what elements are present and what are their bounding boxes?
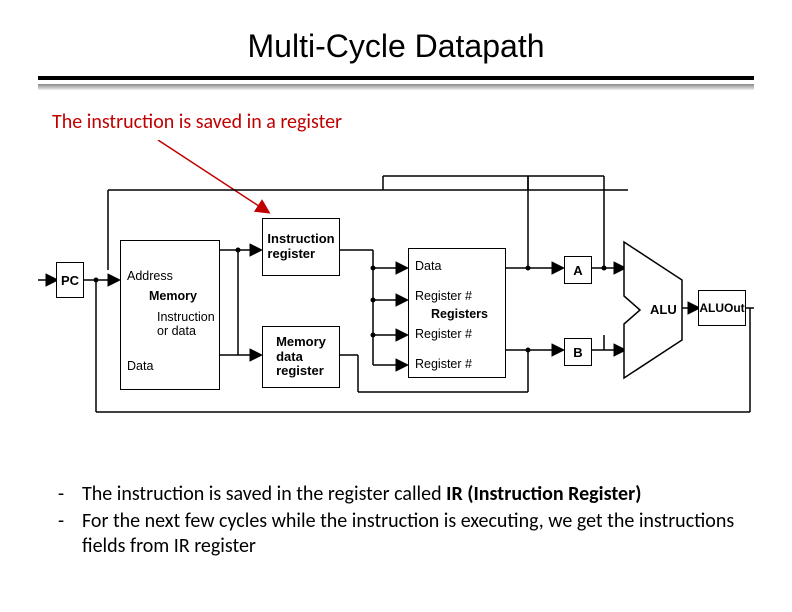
mdr-label: Memory data register xyxy=(276,335,326,380)
aluout-label: ALUOut xyxy=(699,301,744,315)
bullet-2-text-a: For the next few cycles while the instru… xyxy=(82,509,734,558)
instruction-register-block: Instruction register xyxy=(262,218,340,276)
alu-label: ALU xyxy=(650,302,677,317)
pc-block: PC xyxy=(56,262,84,298)
reg-port-data: Data xyxy=(415,259,441,273)
a-latch: A xyxy=(564,256,592,284)
reg-name: Registers xyxy=(431,307,488,321)
reg-port-2: Register # xyxy=(415,327,472,341)
reg-port-1: Register # xyxy=(415,289,472,303)
a-label: A xyxy=(573,263,582,278)
datapath-diagram: PC Address Instruction or data Memory Da… xyxy=(38,140,754,440)
bullet-1: - The instruction is saved in the regist… xyxy=(58,482,758,507)
aluout-block: ALUOut xyxy=(698,290,746,326)
alu-block: ALU xyxy=(622,240,684,380)
bullet-1-text-bold: IR (Instruction Register) xyxy=(446,482,641,506)
registers-block: Data Register # Registers Register # Reg… xyxy=(408,248,506,378)
bullet-1-text-a: The instruction is saved in the register… xyxy=(82,482,446,506)
bullet-dash: - xyxy=(58,509,82,534)
b-latch: B xyxy=(564,338,592,366)
page-title: Multi-Cycle Datapath xyxy=(0,28,792,65)
reg-port-3: Register # xyxy=(415,357,472,371)
memory-data-register-block: Memory data register xyxy=(262,326,340,388)
mem-port-address: Address xyxy=(127,269,173,283)
bullet-list: - The instruction is saved in the regist… xyxy=(58,482,758,561)
mem-name: Memory xyxy=(149,289,197,303)
bullet-2: - For the next few cycles while the inst… xyxy=(58,509,758,559)
b-label: B xyxy=(573,345,582,360)
mem-port-instr-or-data: Instruction or data xyxy=(157,311,215,339)
ir-label: Instruction register xyxy=(267,232,334,262)
mem-port-data: Data xyxy=(127,359,153,373)
bullet-dash: - xyxy=(58,482,82,507)
annotation-text: The instruction is saved in a register xyxy=(52,110,342,134)
memory-block: Address Instruction or data Memory Data xyxy=(120,240,220,390)
pc-label: PC xyxy=(61,273,79,288)
